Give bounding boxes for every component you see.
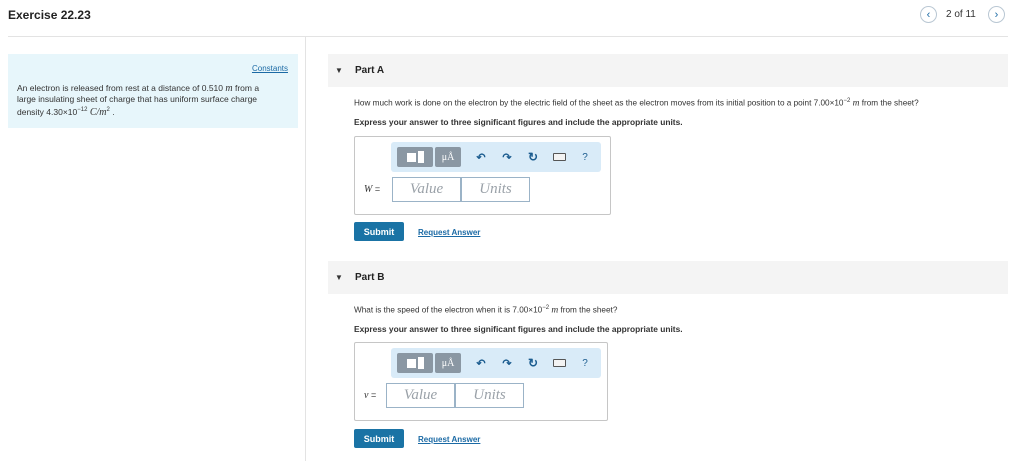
- units-button[interactable]: μÅ: [435, 353, 461, 373]
- problem-statement: An electron is released from rest at a d…: [17, 83, 291, 118]
- value-input[interactable]: Value: [386, 383, 455, 408]
- chevron-left-icon: ‹: [926, 8, 931, 21]
- keyboard-icon[interactable]: [551, 353, 567, 373]
- prev-exercise-button[interactable]: ‹: [920, 6, 937, 23]
- reset-icon[interactable]: ↻: [525, 353, 541, 373]
- help-icon[interactable]: ?: [577, 353, 593, 373]
- variable-label: v =: [364, 390, 377, 401]
- help-icon[interactable]: ?: [577, 147, 593, 167]
- undo-icon[interactable]: ↶: [473, 353, 489, 373]
- page-counter: 2 of 11: [946, 9, 976, 20]
- part-b-question: What is the speed of the electron when i…: [354, 305, 618, 316]
- value-input[interactable]: Value: [392, 177, 461, 202]
- part-b-submit-button[interactable]: Submit: [354, 429, 404, 448]
- units-input[interactable]: Units: [461, 177, 530, 202]
- collapse-triangle-icon: ▼: [335, 273, 343, 282]
- header-divider: [8, 36, 1008, 37]
- part-a-question: How much work is done on the electron by…: [354, 98, 919, 109]
- exercise-header: Exercise 22.23 ‹ 2 of 11 ›: [0, 0, 1024, 30]
- part-a-instruction: Express your answer to three significant…: [354, 117, 683, 127]
- part-a-submit-button[interactable]: Submit: [354, 222, 404, 241]
- part-b-label: Part B: [355, 272, 385, 283]
- constants-panel: Constants An electron is released from r…: [8, 54, 298, 128]
- problem-line-3: density 4.30×10−12 C/m2 .: [17, 106, 115, 118]
- problem-line-2: large insulating sheet of charge that ha…: [17, 94, 258, 104]
- constants-link[interactable]: Constants: [252, 64, 288, 73]
- reset-icon[interactable]: ↻: [525, 147, 541, 167]
- equation-toolbar: μÅ ↶ ↷ ↻ ?: [391, 142, 601, 172]
- part-a-answer-box: μÅ ↶ ↷ ↻ ? W = Value Units: [354, 136, 611, 215]
- redo-icon[interactable]: ↷: [499, 147, 515, 167]
- next-exercise-button[interactable]: ›: [988, 6, 1005, 23]
- templates-button[interactable]: [397, 147, 433, 167]
- variable-label: W =: [364, 184, 381, 195]
- undo-icon[interactable]: ↶: [473, 147, 489, 167]
- problem-line-1: An electron is released from rest at a d…: [17, 83, 260, 94]
- keyboard-icon[interactable]: [551, 147, 567, 167]
- redo-icon[interactable]: ↷: [499, 353, 515, 373]
- part-b-header[interactable]: ▼ Part B: [328, 261, 1008, 294]
- part-a-request-answer-link[interactable]: Request Answer: [418, 228, 480, 237]
- part-b-answer-box: μÅ ↶ ↷ ↻ ? v = Value Units: [354, 342, 608, 421]
- part-b-request-answer-link[interactable]: Request Answer: [418, 435, 480, 444]
- collapse-triangle-icon: ▼: [335, 66, 343, 75]
- units-input[interactable]: Units: [455, 383, 524, 408]
- part-a-label: Part A: [355, 65, 385, 76]
- chevron-right-icon: ›: [994, 8, 999, 21]
- part-b-instruction: Express your answer to three significant…: [354, 324, 683, 334]
- equation-toolbar: μÅ ↶ ↷ ↻ ?: [391, 348, 601, 378]
- column-divider: [305, 37, 306, 461]
- part-a-header[interactable]: ▼ Part A: [328, 54, 1008, 87]
- exercise-title: Exercise 22.23: [8, 8, 91, 22]
- units-button[interactable]: μÅ: [435, 147, 461, 167]
- templates-button[interactable]: [397, 353, 433, 373]
